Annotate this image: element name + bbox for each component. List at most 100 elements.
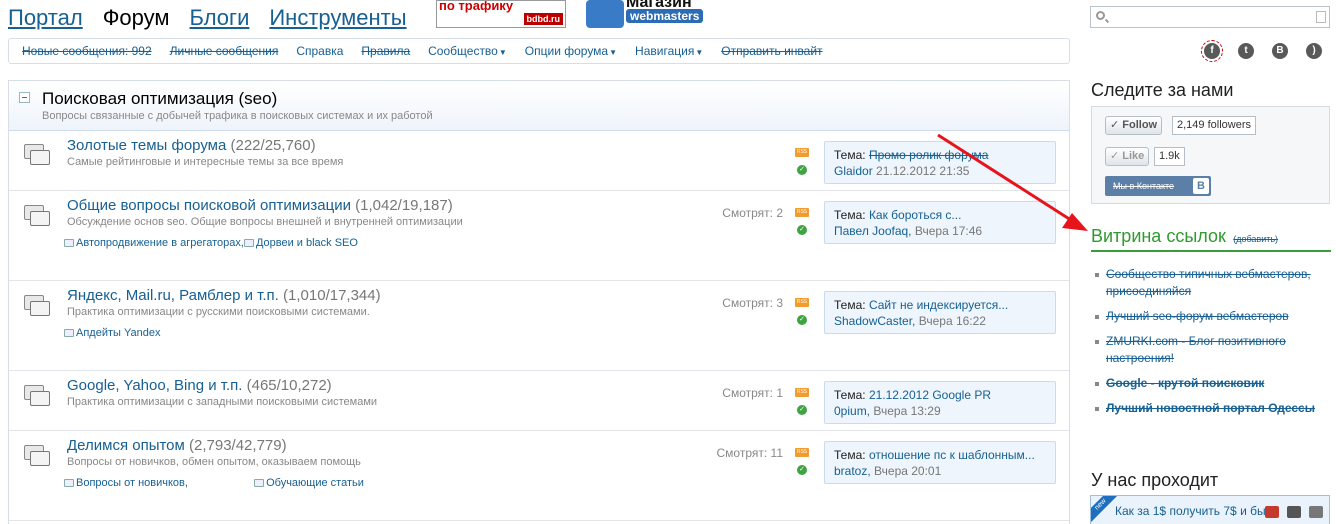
list-item[interactable]: Сообщество типичных вебмастеров, присоед… [1093,266,1333,300]
subforum-icon [243,239,254,247]
subforum-link[interactable]: Вопросы от новичков, [76,477,188,489]
twitter-follower-count[interactable]: 2,149 followers [1172,116,1256,135]
forum-link[interactable]: Google, Yahoo, Bing и т.п. (465/10,272) [67,377,332,394]
forum-icon [24,445,50,467]
subforum-link[interactable]: Обучающие статьи [266,477,364,489]
forum-link[interactable]: Яндекс, Mail.ru, Рамблер и т.п. (1,010/1… [67,287,381,304]
list-item[interactable]: Google - крутой поисковик [1093,375,1333,392]
subforum-icon [64,239,74,247]
top-navigation: Портал Форум Блоги Инструменты [8,2,407,34]
vk-icon[interactable]: B [1272,43,1288,59]
subforum-icon [64,329,74,337]
shop-banner[interactable]: Магазин webmasters [586,0,716,28]
chevron-down-icon: ▼ [695,48,704,57]
list-item[interactable]: Лучший новостной портал Одессы [1093,400,1333,417]
forum-link[interactable]: Золотые темы форума (222/25,760) [67,137,316,154]
rss-icon[interactable]: ) [1306,43,1322,59]
last-post-topic[interactable]: отношение пс к шаблонным... [869,448,1035,462]
list-item[interactable]: ZMURKI.com - Блог позитивного настроения… [1093,333,1333,367]
subforum-icon [64,479,74,487]
topnav-portal[interactable]: Портал [8,2,83,34]
last-post-date: Вчера 20:01 [874,464,942,478]
forum-description: Самые рейтинговые и интересные темы за в… [67,156,344,168]
subnav-new-posts[interactable]: Новые сообщения: 992 [22,44,152,58]
last-post-box: Тема: отношение пс к шаблонным... bratoz… [824,441,1056,484]
subnav-private-messages[interactable]: Личные сообщения [170,44,279,58]
rss-icon[interactable]: RSS [795,448,809,457]
subforum-list: Апдейты Yandex [64,327,160,339]
topnav-tools[interactable]: Инструменты [269,2,406,34]
last-post-box: Тема: 21.12.2012 Google PR 0pium, Вчера … [824,381,1056,424]
promo-text: Как за 1$ получить 7$ и быть [1115,504,1278,518]
traffic-banner[interactable]: по трафику bdbd.ru [436,0,566,28]
forum-description: Вопросы от новичков, обмен опытом, оказы… [67,456,361,468]
category-title[interactable]: Поисковая оптимизация (seo) [42,89,277,109]
subforum-link[interactable]: Апдейты Yandex [76,327,160,339]
last-post-user[interactable]: bratoz, [834,464,871,478]
subnav-send-invite[interactable]: Отправить инвайт [721,44,822,58]
rss-icon[interactable]: RSS [795,298,809,307]
forum-name: Делимся опытом [67,437,185,454]
forum-icon [24,295,50,317]
collapse-icon[interactable] [19,92,30,103]
subforum-link[interactable]: Автопродвижение в агрегаторах, [76,237,244,249]
add-link[interactable]: (добавить) [1233,234,1278,244]
vk-logo-icon: В [1193,178,1209,194]
topnav-forum[interactable]: Форум [103,2,170,34]
last-post-topic[interactable]: 21.12.2012 Google PR [869,388,991,402]
forum-row: Яндекс, Mail.ru, Рамблер и т.п. (1,010/1… [9,281,1069,371]
basket-icon [586,0,624,28]
forum-count: (1,042/19,187) [355,197,453,214]
rss-icon[interactable]: RSS [795,148,809,157]
twitter-follow-button[interactable]: ✓ Follow [1105,116,1163,135]
subnav-rules[interactable]: Правила [361,44,410,58]
last-post-topic[interactable]: Сайт не индексируется... [869,298,1008,312]
follow-box: ✓ Follow 2,149 followers ✓ Like 1.9k Мы … [1091,106,1330,204]
list-item[interactable]: Лучший seo-форум вебмастеров [1093,308,1333,325]
subnav-navigation[interactable]: Навигация▼ [635,44,703,58]
vk-button[interactable]: Мы в Контакте В [1105,176,1211,196]
status-ok-icon: ✓ [797,465,807,475]
subnav-community[interactable]: Сообщество▼ [428,44,507,58]
forum-link[interactable]: Общие вопросы поисковой оптимизации (1,0… [67,197,453,214]
viewers-count: Смотрят: 3 [722,296,783,310]
forum-icon [24,144,50,166]
promo-banner[interactable]: new Как за 1$ получить 7$ и быть [1090,495,1330,524]
twitter-bird-icon: ✓ [1110,119,1123,131]
last-post-topic[interactable]: Как бороться с... [869,208,961,222]
forum-count: (222/25,760) [230,137,316,154]
last-post-label: Тема: [834,388,866,402]
fb-like-button[interactable]: ✓ Like [1105,147,1150,166]
subforum-link[interactable]: Дорвеи и black SEO [256,237,358,249]
last-post-user[interactable]: 0pium, [834,404,870,418]
clear-icon[interactable] [1316,11,1326,23]
forum-link[interactable]: Делимся опытом (2,793/42,779) [67,437,287,454]
links-showcase-title: Витрина ссылок [1091,226,1226,246]
last-post-user[interactable]: ShadowCaster, [834,314,915,328]
topnav-blogs[interactable]: Блоги [190,2,250,34]
last-post-user[interactable]: Павел Joofaq, [834,224,912,238]
banner-webmasters-text: webmasters [626,9,704,23]
viewers-count: Смотрят: 2 [722,206,783,220]
rss-icon[interactable]: RSS [795,388,809,397]
forum-row: Золотые темы форума (222/25,760) Самые р… [9,131,1069,191]
last-post-topic[interactable]: Промо ролик форума [869,148,988,162]
subnav-forum-options[interactable]: Опции форума▼ [525,44,617,58]
last-post-box: Тема: Сайт не индексируется... ShadowCas… [824,291,1056,334]
last-post-user[interactable]: Glaidor [834,164,873,178]
twitter-follow-label: Follow [1122,119,1158,131]
last-post-label: Тема: [834,298,866,312]
last-post-date: Вчера 13:29 [873,404,941,418]
twitter-icon[interactable]: t [1238,43,1254,59]
status-ok-icon: ✓ [797,405,807,415]
forum-category: Поисковая оптимизация (seo) Вопросы связ… [8,80,1070,524]
subnav-help[interactable]: Справка [296,44,343,58]
vk-button-label: Мы в Контакте [1113,181,1175,191]
forum-icon [24,385,50,407]
facebook-icon[interactable]: f [1201,40,1223,62]
rss-icon[interactable]: RSS [795,208,809,217]
promo-icon [1287,506,1301,518]
forum-count: (1,010/17,344) [283,287,381,304]
search-field[interactable] [1090,6,1330,28]
forum-count: (2,793/42,779) [189,437,287,454]
